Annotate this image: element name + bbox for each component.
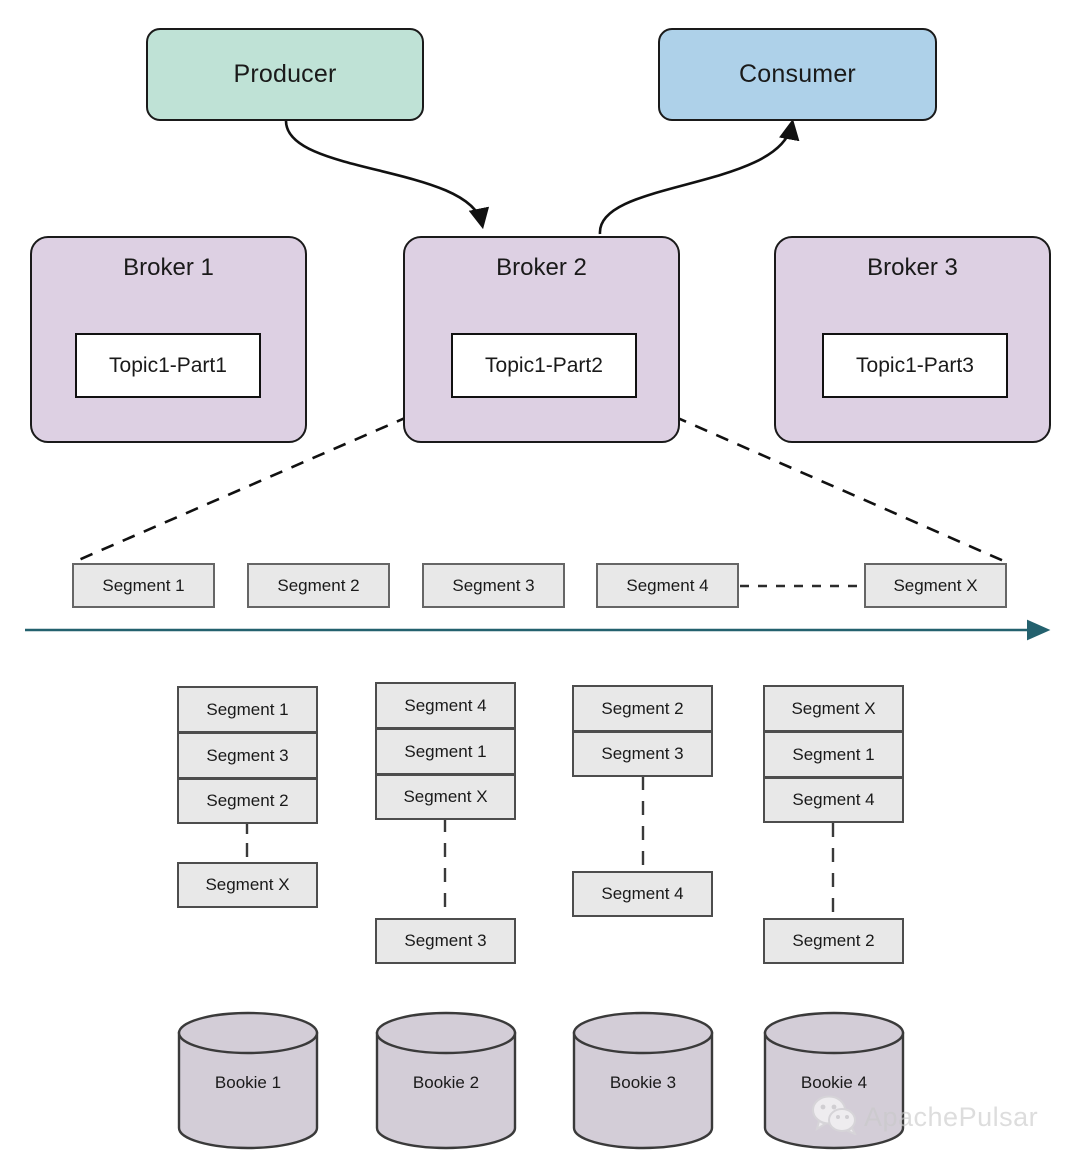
stack-cell[interactable]: Segment 3 xyxy=(177,732,318,778)
broker-1-label: Broker 1 xyxy=(123,254,214,281)
broker-3-topic[interactable]: Topic1-Part3 xyxy=(822,333,1008,398)
stack-cell[interactable]: Segment 3 xyxy=(572,731,713,777)
broker-3-label: Broker 3 xyxy=(867,254,958,281)
segment-row-item-4-label: Segment 4 xyxy=(626,575,709,595)
segment-stack-col-4: Segment X Segment 1 Segment 4 xyxy=(763,685,904,823)
stack-cell-label: Segment 3 xyxy=(601,744,684,763)
bookie-2-cylinder[interactable]: Bookie 2 xyxy=(375,1011,517,1150)
diagram-canvas: Producer Consumer Broker 1 Topic1-Part1 … xyxy=(0,0,1080,1176)
detached-segment-col-2-label: Segment 3 xyxy=(404,931,487,950)
bookie-1-label: Bookie 1 xyxy=(214,1073,282,1092)
broker-2-label: Broker 2 xyxy=(496,254,587,281)
broker-1-node[interactable]: Broker 1 Topic1-Part1 xyxy=(30,236,307,443)
segment-row-item-1[interactable]: Segment 1 xyxy=(72,563,215,608)
edge-broker2-to-consumer xyxy=(598,118,800,235)
broker-1-topic[interactable]: Topic1-Part1 xyxy=(75,333,261,398)
stack-cell-label: Segment 1 xyxy=(206,699,289,719)
broker-2-topic[interactable]: Topic1-Part2 xyxy=(451,333,637,398)
watermark-text: ApachePulsar xyxy=(864,1102,1039,1132)
bookie-1-cylinder[interactable]: Bookie 1 xyxy=(177,1011,319,1150)
stack-cell-label: Segment 1 xyxy=(792,744,875,764)
bookie-3-label: Bookie 3 xyxy=(609,1073,677,1092)
producer-label: Producer xyxy=(233,60,337,88)
segment-row-item-1-label: Segment 1 xyxy=(102,575,185,595)
segment-row-item-x-label: Segment X xyxy=(893,575,978,595)
detached-segment-col-2[interactable]: Segment 3 xyxy=(375,918,516,964)
wechat-icon xyxy=(812,1095,858,1140)
detached-segment-col-3-label: Segment 4 xyxy=(601,884,684,903)
stack-cell[interactable]: Segment X xyxy=(763,685,904,731)
segment-stack-col-1: Segment 1 Segment 3 Segment 2 xyxy=(177,686,318,824)
stack-cell[interactable]: Segment 4 xyxy=(763,777,904,823)
segment-stack-col-3: Segment 2 Segment 3 xyxy=(572,685,713,777)
detached-segment-col-1-label: Segment X xyxy=(205,875,290,894)
segment-row-item-3-label: Segment 3 xyxy=(452,575,535,595)
stack-cell[interactable]: Segment 2 xyxy=(177,778,318,824)
stack-cell[interactable]: Segment X xyxy=(375,774,516,820)
detached-segment-col-4-label: Segment 2 xyxy=(792,931,875,950)
broker-3-node[interactable]: Broker 3 Topic1-Part3 xyxy=(774,236,1051,443)
segment-row-item-2-label: Segment 2 xyxy=(277,575,360,595)
stack-cell[interactable]: Segment 2 xyxy=(572,685,713,731)
stack-cell[interactable]: Segment 1 xyxy=(375,728,516,774)
segment-row-item-2[interactable]: Segment 2 xyxy=(247,563,390,608)
stack-cell-label: Segment 3 xyxy=(206,745,289,765)
segment-row-item-x[interactable]: Segment X xyxy=(864,563,1007,608)
segment-row-item-4[interactable]: Segment 4 xyxy=(596,563,739,608)
stack-cell-label: Segment X xyxy=(791,698,876,718)
stack-cell-label: Segment 2 xyxy=(206,791,289,810)
edge-producer-to-broker2 xyxy=(284,120,490,230)
watermark: ApachePulsar xyxy=(812,1095,1038,1140)
segment-stack-col-2: Segment 4 Segment 1 Segment X xyxy=(375,682,516,820)
stack-cell-label: Segment 1 xyxy=(404,741,487,761)
stack-cell-label: Segment 2 xyxy=(601,698,684,718)
broker-2-node[interactable]: Broker 2 Topic1-Part2 xyxy=(403,236,680,443)
stack-cell[interactable]: Segment 1 xyxy=(763,731,904,777)
broker-1-topic-label: Topic1-Part1 xyxy=(109,353,227,377)
broker-2-topic-label: Topic1-Part2 xyxy=(485,353,603,377)
stack-cell-label: Segment X xyxy=(403,787,488,806)
stack-cell[interactable]: Segment 4 xyxy=(375,682,516,728)
detached-segment-col-1[interactable]: Segment X xyxy=(177,862,318,908)
bookie-4-label: Bookie 4 xyxy=(800,1073,868,1092)
segment-row-item-3[interactable]: Segment 3 xyxy=(422,563,565,608)
bookie-3-cylinder[interactable]: Bookie 3 xyxy=(572,1011,714,1150)
stack-cell-label: Segment 4 xyxy=(404,695,487,715)
detached-segment-col-4[interactable]: Segment 2 xyxy=(763,918,904,964)
stack-cell[interactable]: Segment 1 xyxy=(177,686,318,732)
stack-cell-label: Segment 4 xyxy=(792,790,875,809)
bookie-2-label: Bookie 2 xyxy=(412,1073,480,1092)
consumer-node[interactable]: Consumer xyxy=(658,28,937,121)
consumer-label: Consumer xyxy=(739,60,856,88)
producer-node[interactable]: Producer xyxy=(146,28,424,121)
broker-3-topic-label: Topic1-Part3 xyxy=(856,353,974,377)
detached-segment-col-3[interactable]: Segment 4 xyxy=(572,871,713,917)
